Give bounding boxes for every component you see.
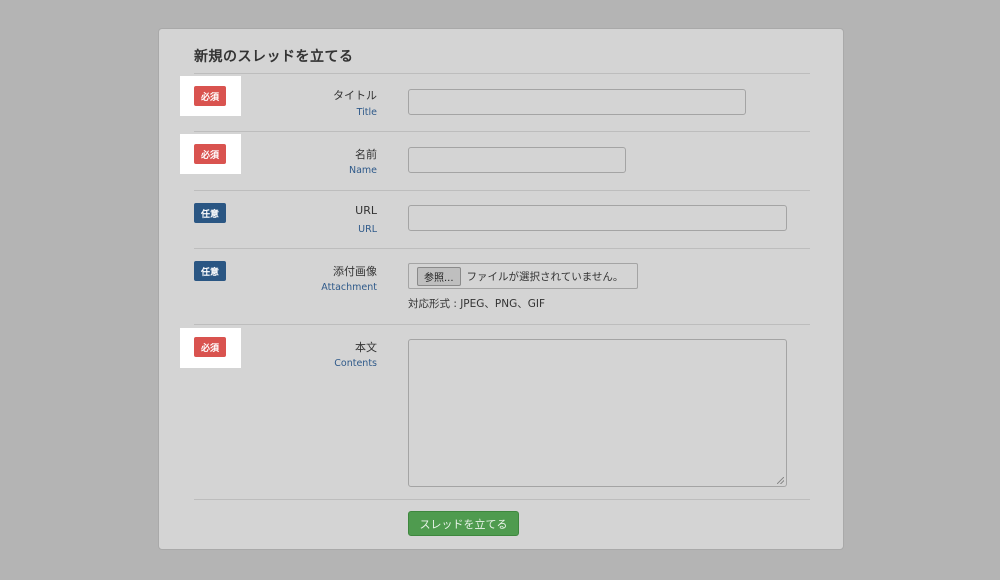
- title-label: タイトル: [333, 89, 377, 102]
- divider: [194, 73, 810, 74]
- required-badge: 必須: [194, 86, 226, 106]
- title-sublabel: Title: [356, 107, 377, 118]
- divider: [194, 499, 810, 500]
- url-label: URL: [355, 204, 377, 217]
- optional-badge: 任意: [194, 203, 226, 223]
- browse-button[interactable]: 参照...: [417, 266, 461, 286]
- file-status: ファイルが選択されていません。: [466, 270, 624, 283]
- attachment-label: 添付画像: [333, 265, 377, 278]
- optional-badge: 任意: [194, 261, 226, 281]
- contents-sublabel: Contents: [334, 358, 377, 369]
- panel-title: 新規のスレッドを立てる: [194, 49, 354, 65]
- file-input[interactable]: 参照... ファイルが選択されていません。: [408, 263, 638, 289]
- name-input[interactable]: [408, 147, 626, 173]
- submit-thread-button[interactable]: スレッドを立てる: [408, 511, 519, 536]
- required-badge: 必須: [194, 144, 226, 164]
- attachment-sublabel: Attachment: [321, 282, 377, 293]
- contents-textarea[interactable]: [408, 339, 787, 487]
- contents-label: 本文: [355, 341, 377, 354]
- url-sublabel: URL: [358, 224, 377, 235]
- resize-grip-icon[interactable]: [777, 477, 784, 484]
- name-label: 名前: [355, 148, 377, 161]
- title-input[interactable]: [408, 89, 746, 115]
- name-sublabel: Name: [348, 165, 377, 176]
- new-thread-panel: 新規のスレッドを立てる 必須 タイトル Title 必須 名前 Name 任意 …: [158, 28, 844, 550]
- url-input[interactable]: [408, 205, 787, 231]
- required-badge: 必須: [194, 337, 226, 357]
- divider: [194, 248, 810, 249]
- divider: [194, 131, 810, 132]
- divider: [194, 324, 810, 325]
- attachment-format-hint: 対応形式 : JPEG、PNG、GIF: [408, 298, 546, 310]
- divider: [194, 190, 810, 191]
